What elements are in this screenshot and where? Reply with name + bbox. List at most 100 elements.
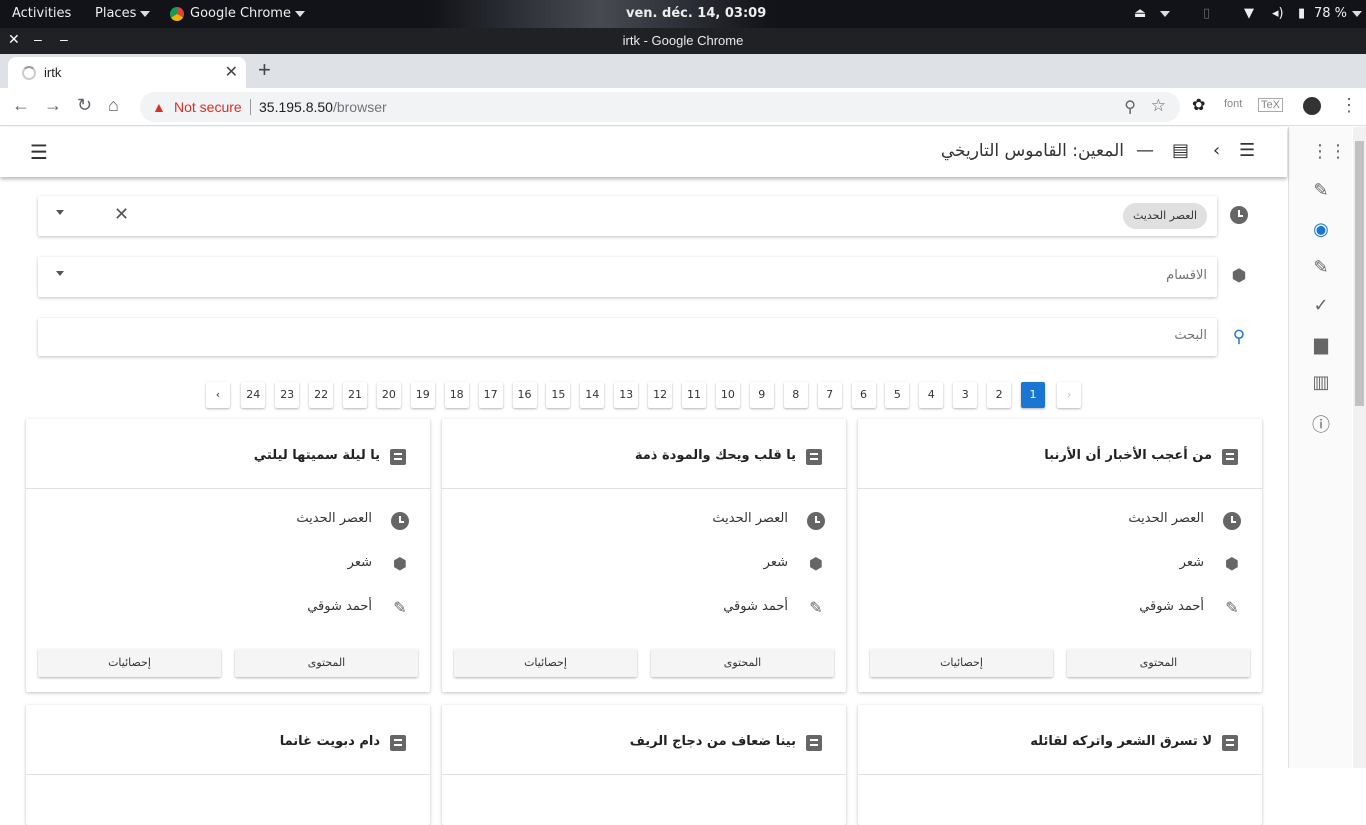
search-icon[interactable]: ⚲	[1229, 327, 1249, 347]
warning-icon[interactable]: ▲	[152, 99, 166, 115]
address-bar[interactable]: ▲ Not secure 35.195.8.50/browser ⚲ ☆	[140, 92, 1180, 122]
app-menu[interactable]: Google Chrome	[170, 6, 305, 21]
open-book-icon[interactable]: ▥	[1311, 372, 1331, 393]
info-icon[interactable]: ⓘ	[1311, 411, 1331, 437]
menu-icon[interactable]: ☰	[30, 140, 48, 164]
menu-icon[interactable]: ☰	[1239, 140, 1255, 161]
page-button[interactable]: 1	[1021, 382, 1045, 408]
bookmark-star-icon[interactable]: ☆	[1151, 96, 1166, 116]
book-icon[interactable]: ▆	[1311, 334, 1331, 355]
card-genre: شعر	[1179, 555, 1204, 570]
search-input[interactable]: البحث	[38, 318, 1217, 356]
pencil-icon[interactable]: ✎	[1311, 257, 1331, 278]
dropdown-arrow-icon[interactable]	[56, 271, 64, 276]
sections-placeholder: الاقسام	[1166, 268, 1207, 283]
extension-gnome-icon[interactable]: ✿	[1192, 95, 1205, 115]
security-label[interactable]: Not secure	[174, 99, 242, 115]
eject-icon[interactable]: ⏏	[1134, 6, 1146, 21]
activities-button[interactable]: Activities	[12, 6, 71, 21]
era-filter-select[interactable]: العصر الحديث ✕	[38, 196, 1217, 236]
profile-avatar[interactable]	[1303, 97, 1321, 115]
close-tab-icon[interactable]: ✕	[225, 62, 238, 82]
minimize-icon[interactable]: —	[1136, 140, 1154, 161]
page-button[interactable]: 18	[444, 382, 469, 408]
page-button[interactable]: 10	[715, 382, 740, 408]
page-button[interactable]: 7	[817, 382, 842, 408]
stats-button[interactable]: إحصائيات	[454, 649, 637, 677]
page-next-icon[interactable]: ‹	[206, 382, 230, 408]
page-scrollbar[interactable]	[1353, 127, 1366, 768]
page-button[interactable]: 21	[343, 382, 367, 408]
page-button[interactable]: 19	[410, 382, 435, 408]
clock[interactable]: ven. déc. 14, 03:09	[626, 6, 766, 21]
page-button[interactable]: 16	[512, 382, 537, 408]
era-chip[interactable]: العصر الحديث	[1123, 203, 1207, 229]
page-prev-icon[interactable]: ‹	[1057, 382, 1081, 408]
card-title[interactable]: من أعجب الأخبار أن الأرنبا	[1044, 448, 1212, 463]
card-title[interactable]: يا ليلة سميتها ليلتي	[254, 448, 380, 463]
scrollbar-thumb[interactable]	[1355, 141, 1364, 406]
chevron-down-icon[interactable]	[1156, 6, 1170, 21]
apps-grid-icon[interactable]: ⋮⋮	[1311, 141, 1347, 162]
content-button[interactable]: المحتوى	[235, 649, 418, 677]
system-menu[interactable]	[1348, 6, 1362, 21]
dropdown-arrow-icon[interactable]	[56, 210, 64, 215]
chrome-icon	[170, 6, 184, 21]
content-button[interactable]: المحتوى	[1067, 649, 1250, 677]
page-button[interactable]: 23	[275, 382, 300, 408]
chrome-menu-icon[interactable]: ⋮	[1340, 95, 1358, 116]
forward-icon[interactable]: →	[44, 95, 62, 116]
page-button[interactable]: 2	[987, 382, 1012, 408]
check-icon[interactable]: ✓	[1311, 295, 1331, 316]
places-label: Places	[95, 6, 137, 21]
page-button[interactable]: 14	[580, 382, 605, 408]
card-title[interactable]: لا تسرق الشعر واتركه لقائله	[1030, 734, 1212, 749]
panel-icon[interactable]: ▤	[1172, 140, 1189, 161]
chevron-left-icon[interactable]: ‹	[1213, 140, 1220, 161]
page-button[interactable]: 5	[885, 382, 910, 408]
url-text[interactable]: 35.195.8.50/browser	[259, 99, 387, 115]
card-header: دام دبويت غانما	[26, 705, 430, 775]
clock-icon	[1222, 510, 1242, 530]
extension-font-label[interactable]: font	[1224, 98, 1242, 110]
card-author: أحمد شوقي	[307, 599, 372, 614]
app-bar: ☰ المعين: القاموس التاريخي — ▤ ‹ ☰	[0, 127, 1287, 177]
card-title[interactable]: بينا ضعاف من دجاج الريف	[630, 734, 796, 749]
card-title[interactable]: دام دبويت غانما	[280, 734, 380, 749]
extension-tex-icon[interactable]: TeX	[1258, 98, 1283, 112]
new-tab-button[interactable]: +	[258, 57, 271, 83]
page-button[interactable]: 17	[478, 382, 503, 408]
clear-icon[interactable]: ✕	[114, 204, 129, 225]
page-button[interactable]: 9	[749, 382, 774, 408]
card-header: من أعجب الأخبار أن الأرنبا	[858, 419, 1262, 489]
compass-icon[interactable]: ◉	[1311, 219, 1331, 240]
divider	[250, 99, 251, 115]
page-button[interactable]: 4	[919, 382, 944, 408]
page-button[interactable]: 12	[648, 382, 673, 408]
sections-filter-select[interactable]: الاقسام	[38, 257, 1217, 297]
back-icon[interactable]: ←	[12, 95, 30, 116]
page-button[interactable]: 3	[953, 382, 978, 408]
page-button[interactable]: 15	[546, 382, 571, 408]
stats-button[interactable]: إحصائيات	[38, 649, 221, 677]
page-button[interactable]: 24	[241, 382, 266, 408]
places-menu[interactable]: Places	[95, 6, 151, 21]
home-icon[interactable]: ⌂	[108, 95, 119, 116]
page-button[interactable]: 22	[309, 382, 334, 408]
page-button[interactable]: 11	[682, 382, 706, 408]
result-card: دام دبويت غانما	[26, 705, 430, 825]
browser-tab[interactable]: irtk ✕	[8, 57, 246, 88]
page-button[interactable]: 13	[614, 382, 639, 408]
pencil-icon[interactable]: ✎	[1311, 180, 1331, 201]
card-title[interactable]: يا قلب ويحك والمودة ذمة	[635, 448, 796, 463]
zoom-icon[interactable]: ⚲	[1124, 97, 1136, 117]
content-button[interactable]: المحتوى	[651, 649, 834, 677]
page-button[interactable]: 20	[376, 382, 401, 408]
reload-icon[interactable]: ↻	[77, 95, 92, 116]
page-button[interactable]: 8	[783, 382, 808, 408]
window-titlebar: ✕ – – irtk - Google Chrome	[0, 28, 1366, 54]
pagination: ‹ 1 2 3 4 5 6 7 8 9 10 11 12 13 14 15 16 17 18 19 20 21 22 23 24…	[206, 382, 1084, 408]
page-button[interactable]: 6	[851, 382, 876, 408]
chevron-down-icon	[140, 10, 151, 17]
stats-button[interactable]: إحصائيات	[870, 649, 1053, 677]
